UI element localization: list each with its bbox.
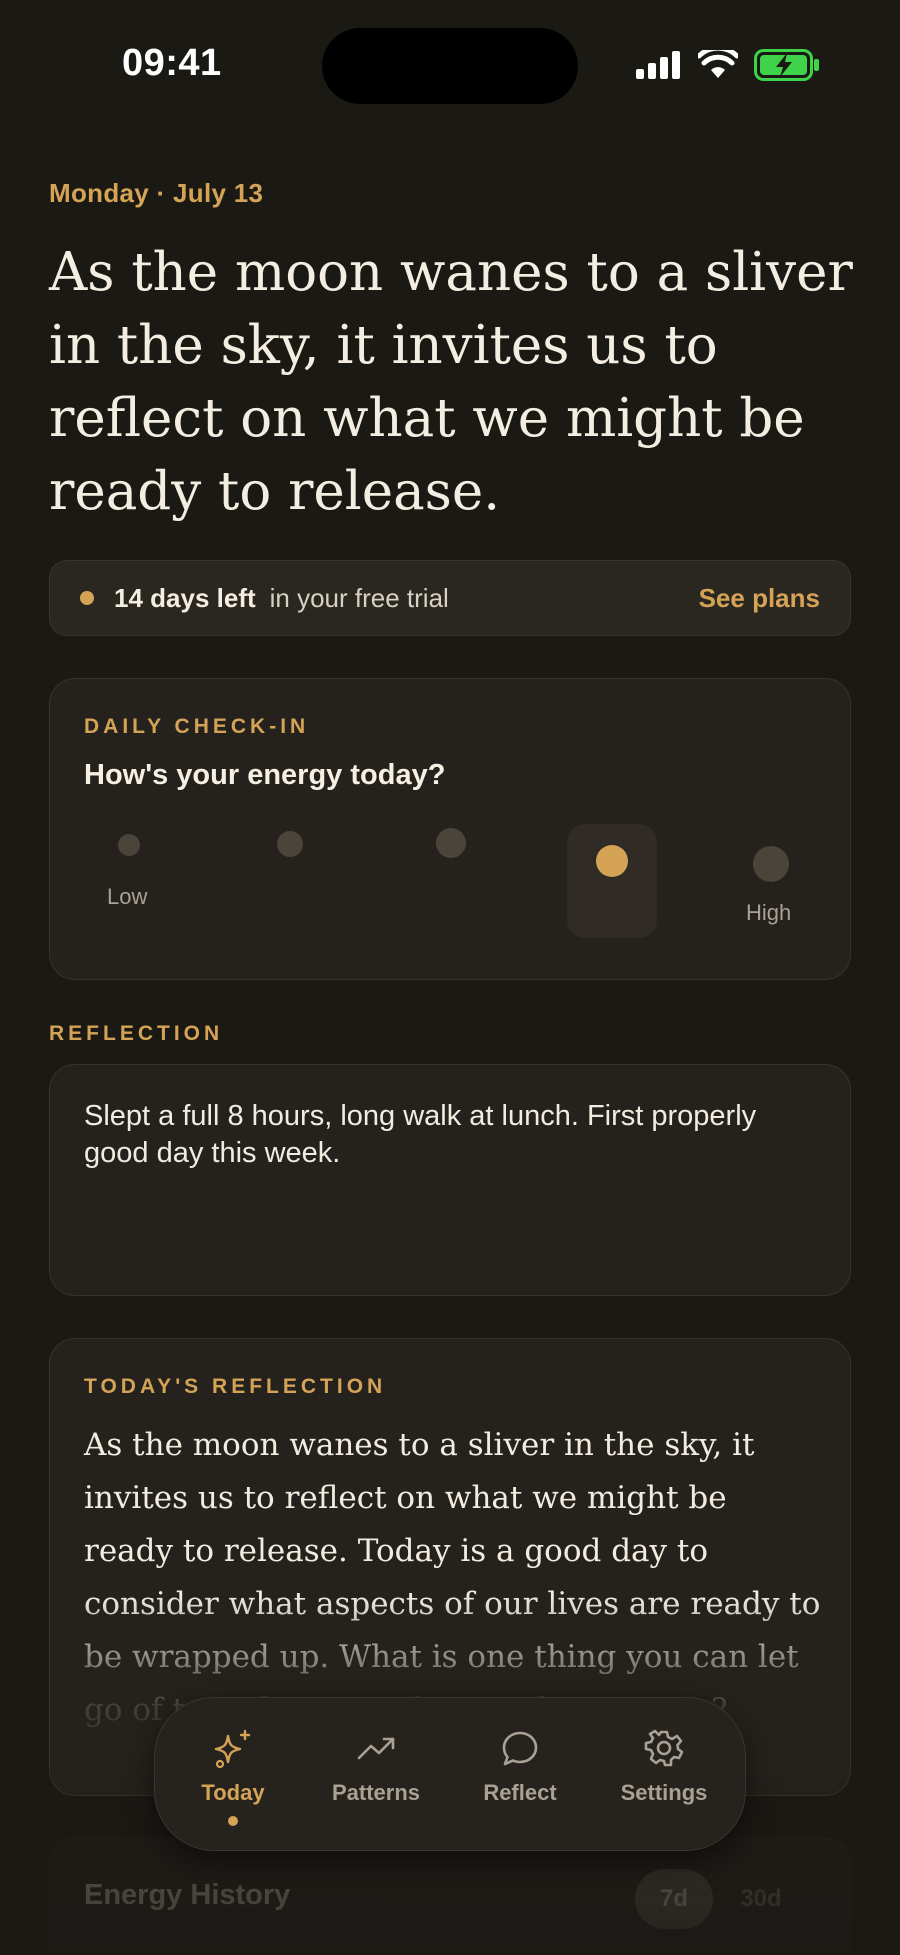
energy-level-3[interactable] (436, 828, 466, 858)
energy-level-4[interactable] (596, 845, 628, 877)
range-30d-button[interactable]: 30d (722, 1869, 800, 1929)
trial-days-left: 14 days left (114, 582, 256, 613)
see-plans-link[interactable]: See plans (699, 583, 820, 614)
energy-low-label: Low (107, 884, 148, 909)
energy-level-5[interactable] (753, 846, 789, 882)
tab-reflect[interactable]: Reflect (450, 1728, 590, 1828)
trial-status-dot (80, 591, 94, 605)
range-7d-button[interactable]: 7d (635, 1869, 713, 1929)
battery-charging-icon (754, 49, 819, 81)
todays-reflection-eyebrow: TODAY'S REFLECTION (84, 1375, 387, 1398)
energy-high-label: High (746, 900, 792, 925)
date-label: Monday · July 13 (49, 178, 264, 208)
checkin-question: How's your energy today? (84, 759, 446, 791)
tab-patterns[interactable]: Patterns (306, 1728, 446, 1828)
energy-selected-highlight (567, 824, 657, 938)
energy-level-2[interactable] (277, 831, 303, 857)
status-time: 09:41 (122, 42, 222, 84)
cellular-signal-icon (636, 51, 680, 79)
reflection-text[interactable]: Slept a full 8 hours, long walk at lunch… (84, 1098, 784, 1172)
energy-history-card: Energy History 7d 30d (49, 1838, 851, 1955)
wifi-icon (698, 50, 738, 78)
daily-checkin-card: DAILY CHECK-IN How's your energy today? … (49, 678, 851, 980)
reflection-textarea[interactable]: Slept a full 8 hours, long walk at lunch… (49, 1064, 851, 1296)
tab-settings-label: Settings (620, 1780, 708, 1805)
tab-patterns-label: Patterns (331, 1780, 421, 1805)
reflection-section-label: REFLECTION (49, 1022, 224, 1045)
chat-bubble-icon (502, 1731, 538, 1766)
energy-history-title: Energy History (84, 1879, 291, 1911)
checkin-eyebrow: DAILY CHECK-IN (84, 715, 310, 738)
status-bar: 09:41 (0, 0, 900, 130)
tab-today-label: Today (201, 1780, 265, 1805)
active-tab-indicator (228, 1816, 238, 1826)
tab-today[interactable]: Today (163, 1728, 303, 1828)
status-icons (636, 48, 820, 82)
dynamic-island (322, 28, 578, 104)
tab-settings[interactable]: Settings (594, 1728, 734, 1828)
energy-level-1[interactable] (118, 834, 140, 856)
trending-up-icon (357, 1737, 395, 1760)
trial-description: in your free trial (269, 582, 449, 613)
tab-reflect-label: Reflect (483, 1780, 557, 1805)
gear-icon (644, 1729, 684, 1767)
trial-banner: 14 days left in your free trial See plan… (49, 560, 851, 636)
tab-bar: Today Patterns Reflect Settings (154, 1697, 746, 1851)
sparkles-icon (214, 1729, 251, 1769)
page-headline: As the moon wanes to a sliver in the sky… (49, 242, 853, 522)
